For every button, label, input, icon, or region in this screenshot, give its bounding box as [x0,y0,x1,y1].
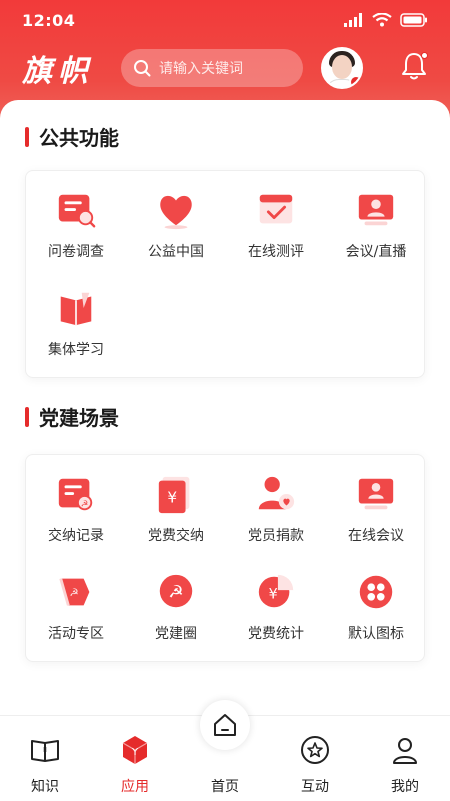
svg-text:¥: ¥ [167,489,177,507]
grid-item-fee-statistics[interactable]: ¥ 党费统计 [226,553,326,643]
svg-text:Y: Y [131,747,139,758]
statistics-icon: ¥ [258,574,294,608]
assessment-icon [259,194,293,224]
search-input[interactable]: 请输入关键词 [121,49,303,87]
grid-item-label: 公益中国 [148,244,204,260]
tab-mine[interactable]: 我的 [365,716,445,801]
grid-item-charity[interactable]: 公益中国 [126,171,226,261]
donation-icon [258,476,295,510]
default-grid-icon [359,575,393,609]
home-icon [214,714,236,736]
grid-item-label: 在线会议 [348,528,404,544]
tab-interaction[interactable]: 互动 [275,716,355,801]
party-badge-icon [349,75,361,87]
section-accent-bar [25,126,29,147]
tab-label: 知识 [31,779,59,795]
grid-item-label: 集体学习 [48,342,104,358]
grid-item-assessment[interactable]: 在线测评 [226,171,326,261]
grid-item-label: 党费交纳 [148,528,204,544]
party-scenes-card: ☭ 交纳记录 ¥ 党费交纳 党员捐款 在线会议 ☭ 活动专区 ☭ 党建圈 ¥ 党… [25,454,425,662]
tab-label: 首页 [211,779,239,795]
svg-text:☭: ☭ [81,499,89,509]
grid-item-label: 会议/直播 [345,244,407,260]
grid-item-survey[interactable]: 问卷调查 [26,171,126,261]
home-bubble [200,700,250,750]
grid-item-label: 交纳记录 [48,528,104,544]
party-circle-icon: ☭ [159,574,193,608]
wifi-icon [372,13,392,27]
grid-item-activity-zone[interactable]: ☭ 活动专区 [26,553,126,643]
tab-label: 应用 [121,779,149,795]
grid-item-label: 活动专区 [48,626,104,642]
status-bar: 12:04 [0,0,450,40]
section-title-text: 公共功能 [39,126,119,150]
section-accent-bar [25,406,29,427]
search-placeholder: 请输入关键词 [159,61,243,77]
book-open-icon [31,740,59,762]
section-title-public: 公共功能 [25,122,119,151]
signal-icon [344,13,362,27]
grid-item-payment-record[interactable]: ☭ 交纳记录 [26,455,126,545]
top-bar: 旗帜 请输入关键词 [0,44,450,92]
user-icon [393,738,417,764]
app-cube-icon: Y [122,736,148,764]
battery-icon [400,13,427,27]
online-meeting-icon [358,478,394,510]
grid-item-default[interactable]: 默认图标 [326,553,426,643]
section-title-party: 党建场景 [25,402,119,431]
grid-item-group-study[interactable]: 集体学习 [26,269,126,359]
meeting-live-icon [358,194,394,226]
fee-payment-icon: ¥ [158,476,190,514]
tab-label: 我的 [391,779,419,795]
grid-item-donation[interactable]: 党员捐款 [226,455,326,545]
heart-icon [160,195,192,230]
notification-dot [421,52,428,59]
tab-knowledge[interactable]: 知识 [5,716,85,801]
svg-text:☭: ☭ [69,587,78,599]
grid-item-label: 党员捐款 [248,528,304,544]
grid-item-label: 默认图标 [348,626,404,642]
star-circle-icon [301,736,329,764]
grid-item-party-circle[interactable]: ☭ 党建圈 [126,553,226,643]
tab-home[interactable]: 首页 [185,700,265,801]
tab-apps[interactable]: Y 应用 [95,716,175,801]
main-content: 公共功能 问卷调查 公益中国 在线测评 会议/直播 集体学习 党建场景 ☭ 交纳… [0,100,450,715]
flag-icon: ☭ [59,578,90,606]
bottom-tab-bar: 知识 Y 应用 首页 互动 我的 [0,700,450,801]
search-icon [134,60,151,77]
grid-item-fee-payment[interactable]: ¥ 党费交纳 [126,455,226,545]
svg-text:☭: ☭ [168,583,183,603]
grid-item-meeting-live[interactable]: 会议/直播 [326,171,426,261]
avatar[interactable] [321,47,363,89]
grid-item-label: 问卷调查 [48,244,104,260]
tab-label: 互动 [301,779,329,795]
grid-item-online-meeting[interactable]: 在线会议 [326,455,426,545]
book-icon [60,292,92,326]
avatar-face [332,55,352,79]
status-time: 12:04 [22,10,76,30]
grid-item-label: 党费统计 [248,626,304,642]
survey-icon [58,194,96,228]
notification-button[interactable] [400,51,428,85]
payment-record-icon: ☭ [58,478,93,511]
app-logo: 旗帜 [22,54,94,89]
svg-text:¥: ¥ [269,587,278,603]
public-functions-card: 问卷调查 公益中国 在线测评 会议/直播 集体学习 [25,170,425,378]
grid-item-label: 党建圈 [155,626,197,642]
status-icons [344,13,428,27]
section-title-text: 党建场景 [39,406,119,430]
grid-item-label: 在线测评 [248,244,304,260]
